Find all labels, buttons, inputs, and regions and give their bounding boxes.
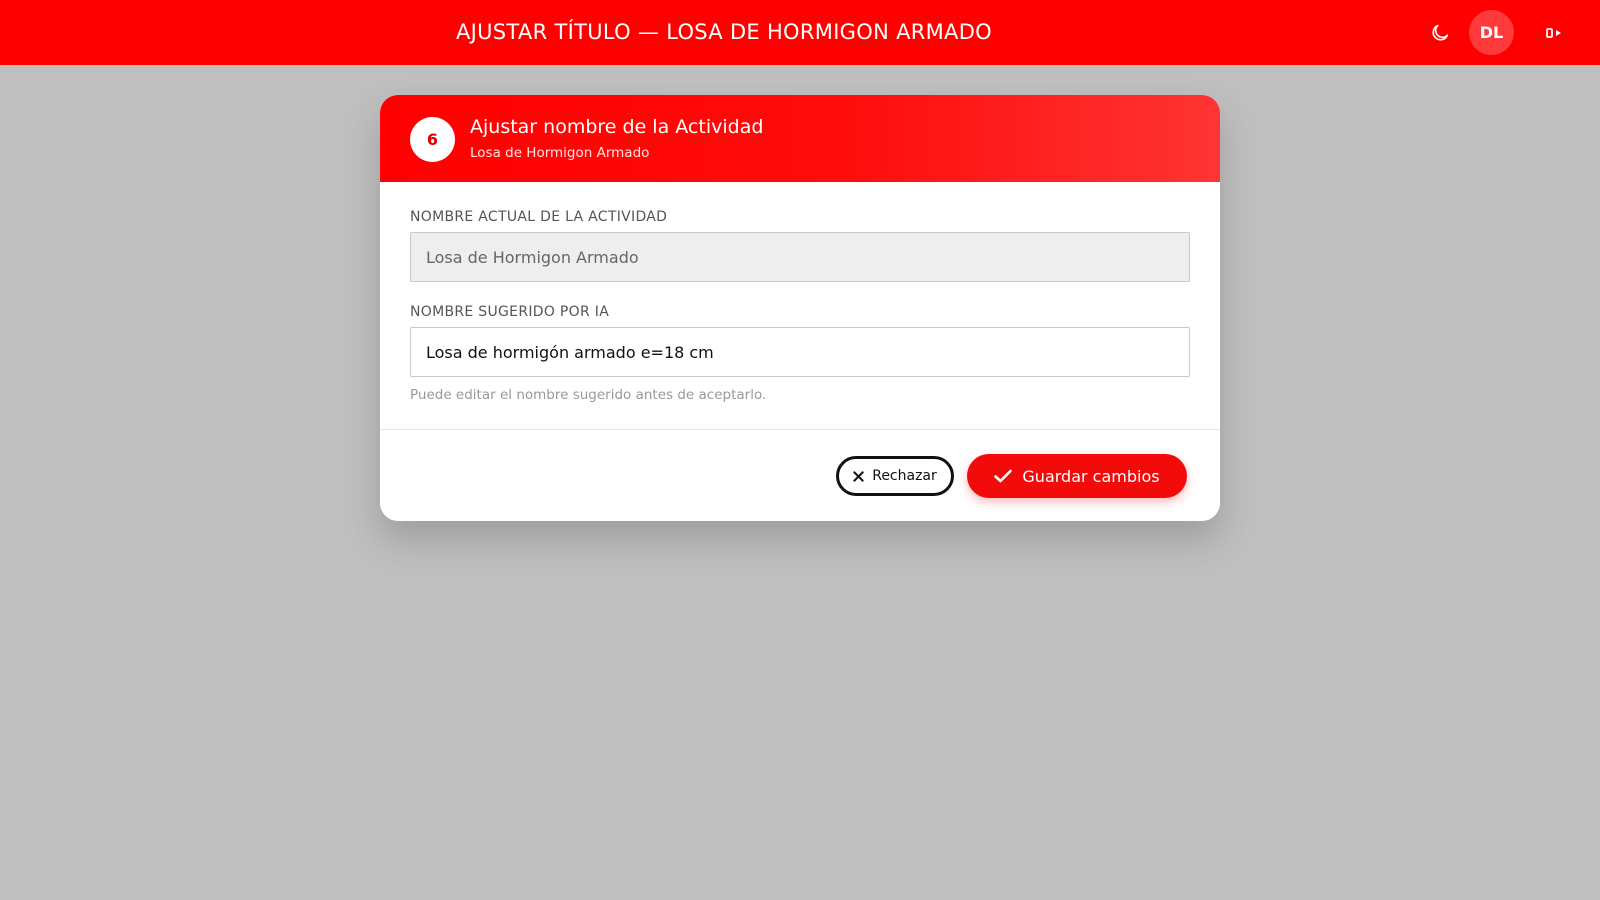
logout-button[interactable] xyxy=(1542,22,1566,44)
current-name-field xyxy=(410,232,1190,282)
footer-divider xyxy=(380,429,1220,430)
dialog-title: Ajustar nombre de la Actividad xyxy=(470,116,764,138)
step-badge: 6 xyxy=(410,117,455,162)
suggested-name-label: NOMBRE SUGERIDO POR IA xyxy=(410,304,610,320)
suggested-name-input[interactable] xyxy=(410,327,1190,377)
reject-button[interactable]: Rechazar xyxy=(836,456,954,496)
adjust-name-dialog: 6 Ajustar nombre de la Actividad Losa de… xyxy=(380,95,1220,521)
check-icon xyxy=(994,469,1013,483)
current-name-label: NOMBRE ACTUAL DE LA ACTIVIDAD xyxy=(410,209,668,225)
page-title: AJUSTAR TÍTULO — LOSA DE HORMIGON ARMADO xyxy=(455,20,993,44)
theme-toggle-button[interactable] xyxy=(1426,19,1454,47)
user-avatar[interactable]: DL xyxy=(1469,10,1514,55)
close-icon xyxy=(853,470,864,482)
reject-button-label: Rechazar xyxy=(872,468,937,484)
top-bar: AJUSTAR TÍTULO — LOSA DE HORMIGON ARMADO… xyxy=(0,0,1600,65)
moon-icon xyxy=(1429,22,1451,44)
dialog-header: 6 Ajustar nombre de la Actividad Losa de… xyxy=(380,95,1220,182)
save-button-label: Guardar cambios xyxy=(1022,466,1160,486)
save-changes-button[interactable]: Guardar cambios xyxy=(967,454,1187,498)
suggested-name-help: Puede editar el nombre sugerido antes de… xyxy=(410,387,767,403)
dialog-subtitle: Losa de Hormigon Armado xyxy=(470,145,650,161)
logout-icon xyxy=(1546,26,1562,40)
